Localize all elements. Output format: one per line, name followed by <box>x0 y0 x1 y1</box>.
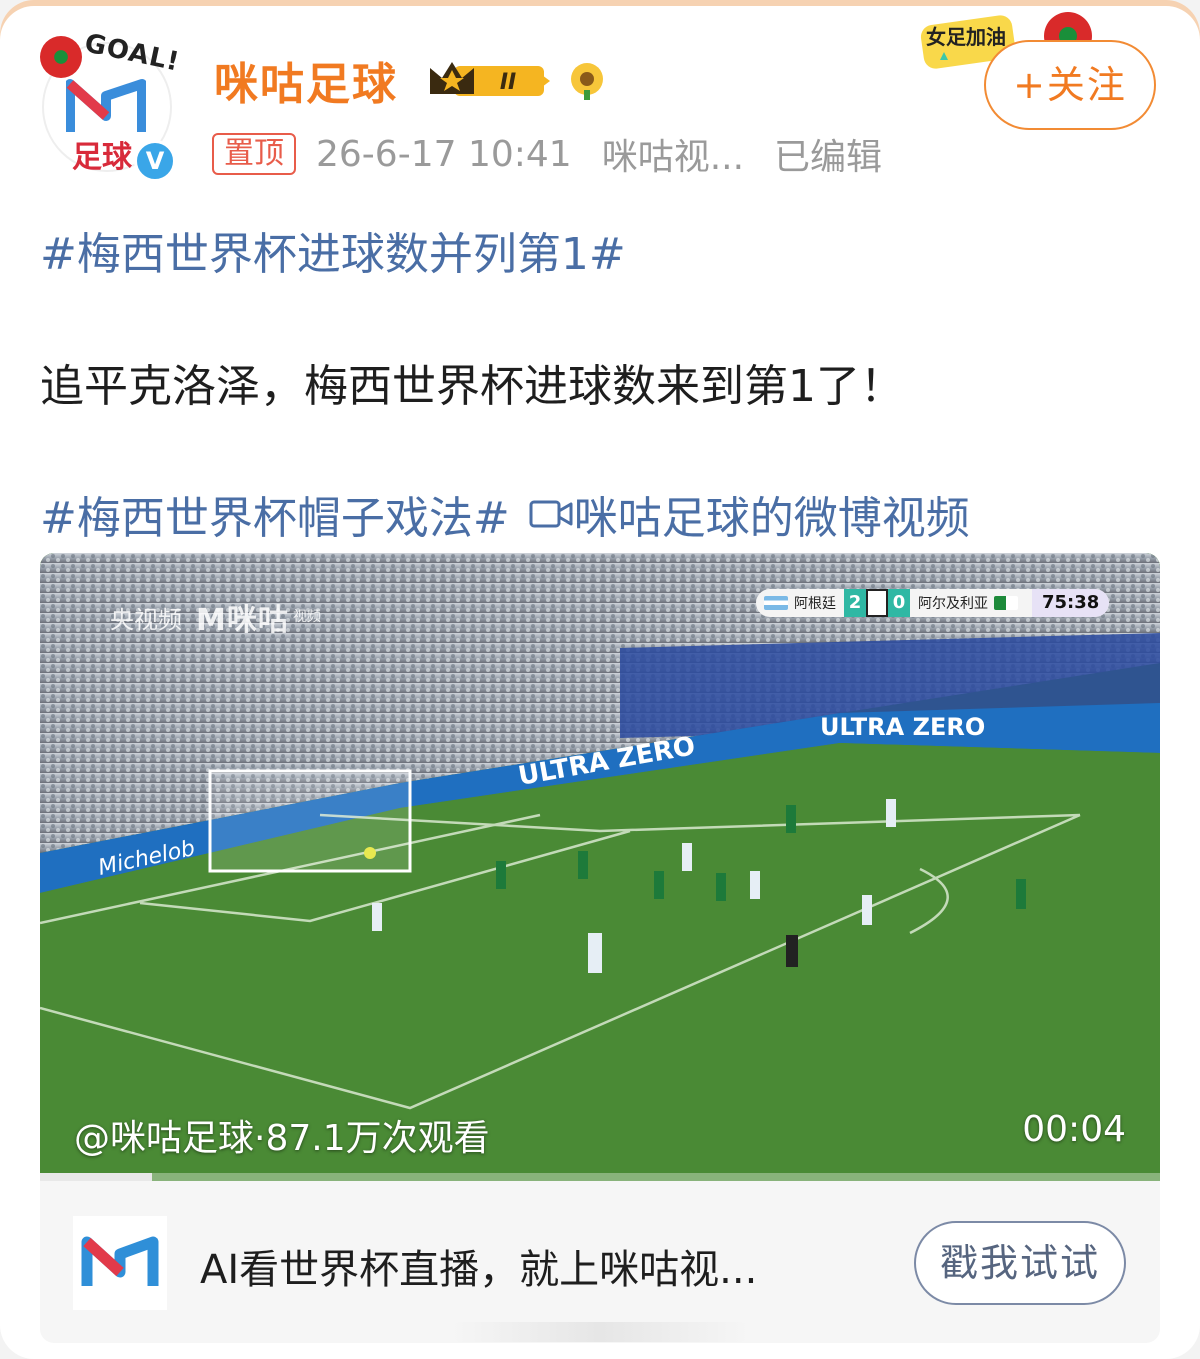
migu-watermark: M咪咕 <box>196 603 289 638</box>
sunflower-icon <box>571 63 603 100</box>
try-it-button[interactable]: 戳我试试 <box>914 1221 1126 1305</box>
video-link-label: 咪咕足球的微博视频 <box>573 493 970 544</box>
post-card: GOAL! 足球 V 咪咕足球 II 置顶 26-6-17 10:41 咪咕视.… <box>0 0 1200 1359</box>
post-source[interactable]: 咪咕视... <box>602 128 744 180</box>
home-score: 2 <box>844 589 866 617</box>
migu-watermark-sub: 视频 <box>292 608 321 625</box>
hashtag-topic-2[interactable]: #梅西世界杯帽子戏法# <box>40 482 510 546</box>
cctv-watermark: 央视频 <box>110 605 182 634</box>
edited-label[interactable]: 已编辑 <box>774 128 882 180</box>
migu-logo-icon <box>66 79 146 132</box>
promo-text: AI看世界杯直播，就上咪咕视... <box>200 1247 758 1293</box>
away-team-name: 阿尔及利亚 <box>918 596 988 612</box>
video-view-stats: @咪咕足球·87.1万次观看 <box>74 1118 490 1159</box>
scoreboard: 阿根廷 2 0 阿尔及利亚 75:38 <box>756 589 1110 617</box>
away-team: 阿尔及利亚 <box>910 589 1026 617</box>
post-body-text: 追平克洛泽，梅西世界杯进球数来到第1了！ <box>40 361 904 412</box>
rank-badge-text: II <box>500 70 516 95</box>
video-watermark: 央视频 M咪咕 视频 <box>110 595 321 639</box>
pinned-label: 置顶 <box>212 133 296 175</box>
algeria-flag-icon <box>994 596 1018 610</box>
away-score: 0 <box>888 589 910 617</box>
hashtag-topic-1[interactable]: #梅西世界杯进球数并列第1# <box>40 218 626 282</box>
migu-app-logo-icon <box>81 1236 159 1286</box>
video-duration: 00:04 <box>1022 1109 1126 1150</box>
account-avatar[interactable]: GOAL! 足球 V <box>36 28 182 182</box>
post-tags-line: #梅西世界杯帽子戏法# 咪咕足球的微博视频 <box>40 482 970 546</box>
video-progress-bar[interactable] <box>40 1173 1160 1181</box>
promo-banner[interactable]: AI看世界杯直播，就上咪咕视... 戳我试试 <box>40 1181 1160 1343</box>
bottom-indicator <box>450 1322 750 1342</box>
home-team-name: 阿根廷 <box>794 596 836 612</box>
deco-text: 女足加油 <box>926 25 1006 49</box>
video-progress-fill <box>40 1173 152 1181</box>
argentina-flag-icon <box>764 596 788 610</box>
ad-board-text-2: ULTRA ZERO <box>820 713 985 741</box>
video-player[interactable]: ULTRA ZERO ULTRA ZERO Michelob 央视频 M咪咕 视… <box>40 553 1160 1181</box>
verified-badge-icon: V <box>134 140 176 182</box>
follow-button[interactable]: +关注 <box>984 40 1156 130</box>
video-camera-icon <box>529 500 573 528</box>
account-name[interactable]: 咪咕足球 <box>214 48 398 112</box>
avatar-sub-text: 足球 <box>72 140 132 175</box>
world-cup-trophy-icon <box>866 589 888 617</box>
post-meta: 置顶 26-6-17 10:41 咪咕视... 已编辑 <box>212 130 882 178</box>
video-link[interactable]: 咪咕足球的微博视频 <box>528 482 970 546</box>
migu-app-logo <box>73 1216 167 1310</box>
post-timestamp: 26-6-17 10:41 <box>316 133 572 175</box>
flower-decoration-icon <box>40 36 82 78</box>
match-video-frame: ULTRA ZERO ULTRA ZERO Michelob <box>40 553 1160 1181</box>
match-clock: 75:38 <box>1032 589 1110 617</box>
member-crown-badge-icon: II <box>430 62 550 96</box>
home-team: 阿根廷 <box>756 589 844 617</box>
